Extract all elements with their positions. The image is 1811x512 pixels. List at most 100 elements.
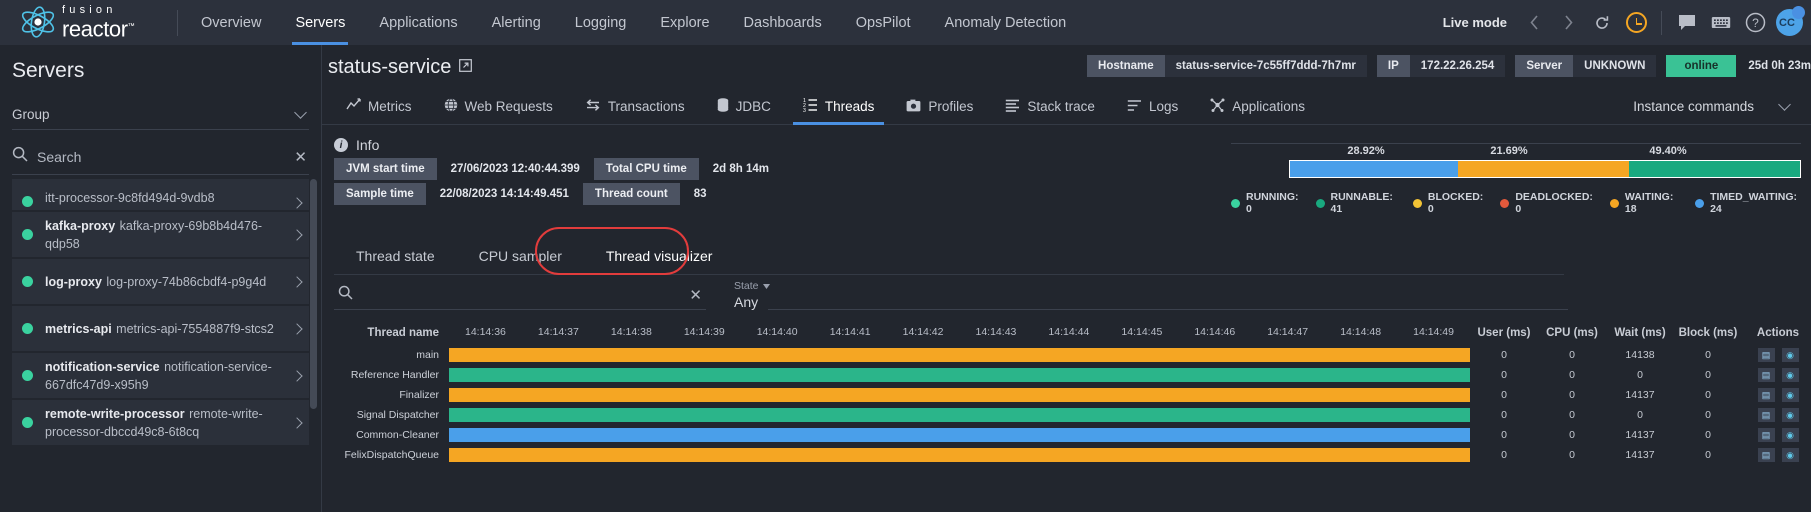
time-tick: 14:14:47: [1267, 326, 1309, 338]
table-row[interactable]: Common-Cleaner 0 0 14137 0 ▤ ◉: [334, 425, 1811, 445]
thread-cpu-distribution-chart: 28.92% 21.69% 49.40% RUNNING: 0 RUNNABLE…: [1231, 143, 1801, 215]
tab-threads[interactable]: 123 Threads: [787, 89, 891, 125]
chevron-right-icon: [291, 228, 303, 241]
fusionreactor-logo[interactable]: fusion reactor™: [0, 5, 175, 40]
server-info-chips: Hostname status-service-7c55ff7ddd-7h7mr…: [1087, 55, 1811, 77]
tab-profiles[interactable]: Profiles: [890, 89, 989, 125]
tab-metrics[interactable]: Metrics: [330, 89, 428, 125]
nav-item-logging[interactable]: Logging: [558, 0, 644, 45]
close-icon[interactable]: ✕: [689, 286, 702, 304]
tab-jdbc[interactable]: JDBC: [701, 89, 787, 125]
table-row[interactable]: FelixDispatchQueue 0 0 14137 0 ▤ ◉: [334, 445, 1811, 465]
fusionreactor-atom-icon: [18, 5, 58, 39]
help-icon[interactable]: ?: [1738, 0, 1772, 45]
status-dot: [22, 323, 33, 334]
server-name: metrics-api: [45, 321, 112, 336]
legend-item-running[interactable]: RUNNING: 0: [1231, 191, 1299, 215]
chip-key-server: Server: [1515, 55, 1574, 77]
tab-transactions[interactable]: Transactions: [569, 89, 701, 125]
table-row[interactable]: main 0 0 14138 0 ▤ ◉: [334, 345, 1811, 365]
details-icon[interactable]: ▤: [1757, 408, 1775, 422]
instance-commands-dropdown[interactable]: Instance commands: [1633, 98, 1791, 114]
nav-item-dashboards[interactable]: Dashboards: [727, 0, 839, 45]
details-icon[interactable]: ▤: [1757, 368, 1775, 382]
tab-thread-visualizer[interactable]: Thread visualizer: [584, 237, 735, 275]
time-tick: 14:14:43: [975, 326, 1017, 338]
details-icon[interactable]: ▤: [1757, 348, 1775, 362]
chart-segment-2: [1629, 161, 1800, 177]
list-item[interactable]: notification-service notification-servic…: [12, 353, 309, 398]
vtab-label: Thread state: [356, 247, 435, 264]
column-header-cpu-ms: CPU (ms): [1546, 327, 1598, 339]
cell-cpu-ms: 0: [1569, 449, 1575, 461]
nav-item-anomaly-detection[interactable]: Anomaly Detection: [928, 0, 1084, 45]
status-dot: [22, 229, 33, 240]
chart-data-labels: 28.92% 21.69% 49.40%: [1231, 144, 1801, 159]
list-item[interactable]: kafka-proxy kafka-proxy-69b8b4d476-qdp58: [12, 212, 309, 257]
clock-icon[interactable]: [1619, 0, 1653, 45]
external-link-icon[interactable]: [459, 59, 473, 75]
close-icon[interactable]: ✕: [294, 148, 309, 166]
nav-item-applications[interactable]: Applications: [362, 0, 474, 45]
tab-cpu-sampler[interactable]: CPU sampler: [457, 237, 584, 275]
legend-item-blocked[interactable]: BLOCKED: 0: [1412, 191, 1483, 215]
legend-item-runnable[interactable]: RUNNABLE: 41: [1315, 191, 1396, 215]
nav-item-servers[interactable]: Servers: [278, 0, 362, 45]
thread-visualizer-table: Thread name 14:14:36 14:14:37 14:14:38 1…: [334, 321, 1811, 465]
table-row[interactable]: Signal Dispatcher 0 0 0 0 ▤ ◉: [334, 405, 1811, 425]
settings-icon[interactable]: ◉: [1781, 408, 1799, 422]
legend-item-waiting[interactable]: WAITING: 18: [1609, 191, 1678, 215]
tab-logs[interactable]: Logs: [1111, 89, 1194, 125]
chevron-down-icon: [1778, 98, 1791, 111]
chevron-left-icon[interactable]: [1517, 0, 1551, 45]
cell-actions: ▤ ◉: [1742, 368, 1811, 382]
list-item[interactable]: metrics-api metrics-api-7554887f9-stcs2: [12, 306, 309, 351]
details-icon[interactable]: ▤: [1757, 448, 1775, 462]
nav-item-opspilot[interactable]: OpsPilot: [839, 0, 928, 45]
settings-icon[interactable]: ◉: [1781, 448, 1799, 462]
nav-item-explore[interactable]: Explore: [643, 0, 726, 45]
list-item[interactable]: itt-processor-9c8fd494d-9vdb8: [12, 179, 309, 210]
settings-icon[interactable]: ◉: [1781, 388, 1799, 402]
cell-cpu-ms: 0: [1569, 429, 1575, 441]
settings-icon[interactable]: ◉: [1781, 428, 1799, 442]
legend-item-timed-waiting[interactable]: TIMED_WAITING: 24: [1695, 191, 1797, 215]
info-value-sample-time: 22/08/2023 14:14:49.451: [425, 183, 583, 205]
details-icon[interactable]: ▤: [1757, 388, 1775, 402]
tab-stack-trace[interactable]: Stack trace: [989, 89, 1111, 125]
thread-search-box[interactable]: ✕: [334, 280, 706, 310]
tab-applications[interactable]: Applications: [1194, 89, 1321, 125]
cell-actions: ▤ ◉: [1742, 388, 1811, 402]
sidebar-scrollbar[interactable]: [310, 179, 317, 409]
keyboard-icon[interactable]: [1704, 0, 1738, 45]
table-row[interactable]: Finalizer 0 0 14137 0 ▤ ◉: [334, 385, 1811, 405]
sidebar-search[interactable]: Search ✕: [12, 146, 309, 175]
info-value-thread-count: 83: [679, 183, 721, 205]
state-filter[interactable]: State Any: [734, 280, 770, 310]
legend-swatch: [1412, 198, 1422, 208]
avatar[interactable]: CC: [1776, 6, 1805, 36]
settings-icon[interactable]: ◉: [1781, 348, 1799, 362]
time-tick: 14:14:41: [829, 326, 871, 338]
tab-thread-state[interactable]: Thread state: [334, 237, 457, 275]
group-filter-dropdown[interactable]: Group: [12, 106, 309, 130]
chevron-right-icon[interactable]: [1551, 0, 1585, 45]
details-icon[interactable]: ▤: [1757, 428, 1775, 442]
legend-item-deadlocked[interactable]: DEADLOCKED: 0: [1500, 191, 1593, 215]
refresh-icon[interactable]: [1585, 0, 1619, 45]
time-tick: 14:14:38: [610, 326, 652, 338]
cell-wait-ms: 14138: [1625, 349, 1655, 361]
comment-icon[interactable]: [1670, 0, 1704, 45]
cell-wait-ms: 14137: [1625, 389, 1655, 401]
table-row[interactable]: Reference Handler 0 0 0 0 ▤ ◉: [334, 365, 1811, 385]
info-key-jvm-start-time: JVM start time: [334, 158, 437, 180]
nav-item-alerting[interactable]: Alerting: [475, 0, 558, 45]
list-item[interactable]: remote-write-processor remote-write-proc…: [12, 400, 309, 445]
search-icon: [338, 285, 353, 305]
tab-web-requests[interactable]: Web Requests: [428, 89, 569, 125]
settings-icon[interactable]: ◉: [1781, 368, 1799, 382]
search-input[interactable]: Search: [37, 149, 285, 165]
nav-item-overview[interactable]: Overview: [184, 0, 278, 45]
list-item[interactable]: log-proxy log-proxy-74b86cbdf4-p9g4d: [12, 259, 309, 304]
column-header-block-ms: Block (ms): [1678, 327, 1738, 339]
